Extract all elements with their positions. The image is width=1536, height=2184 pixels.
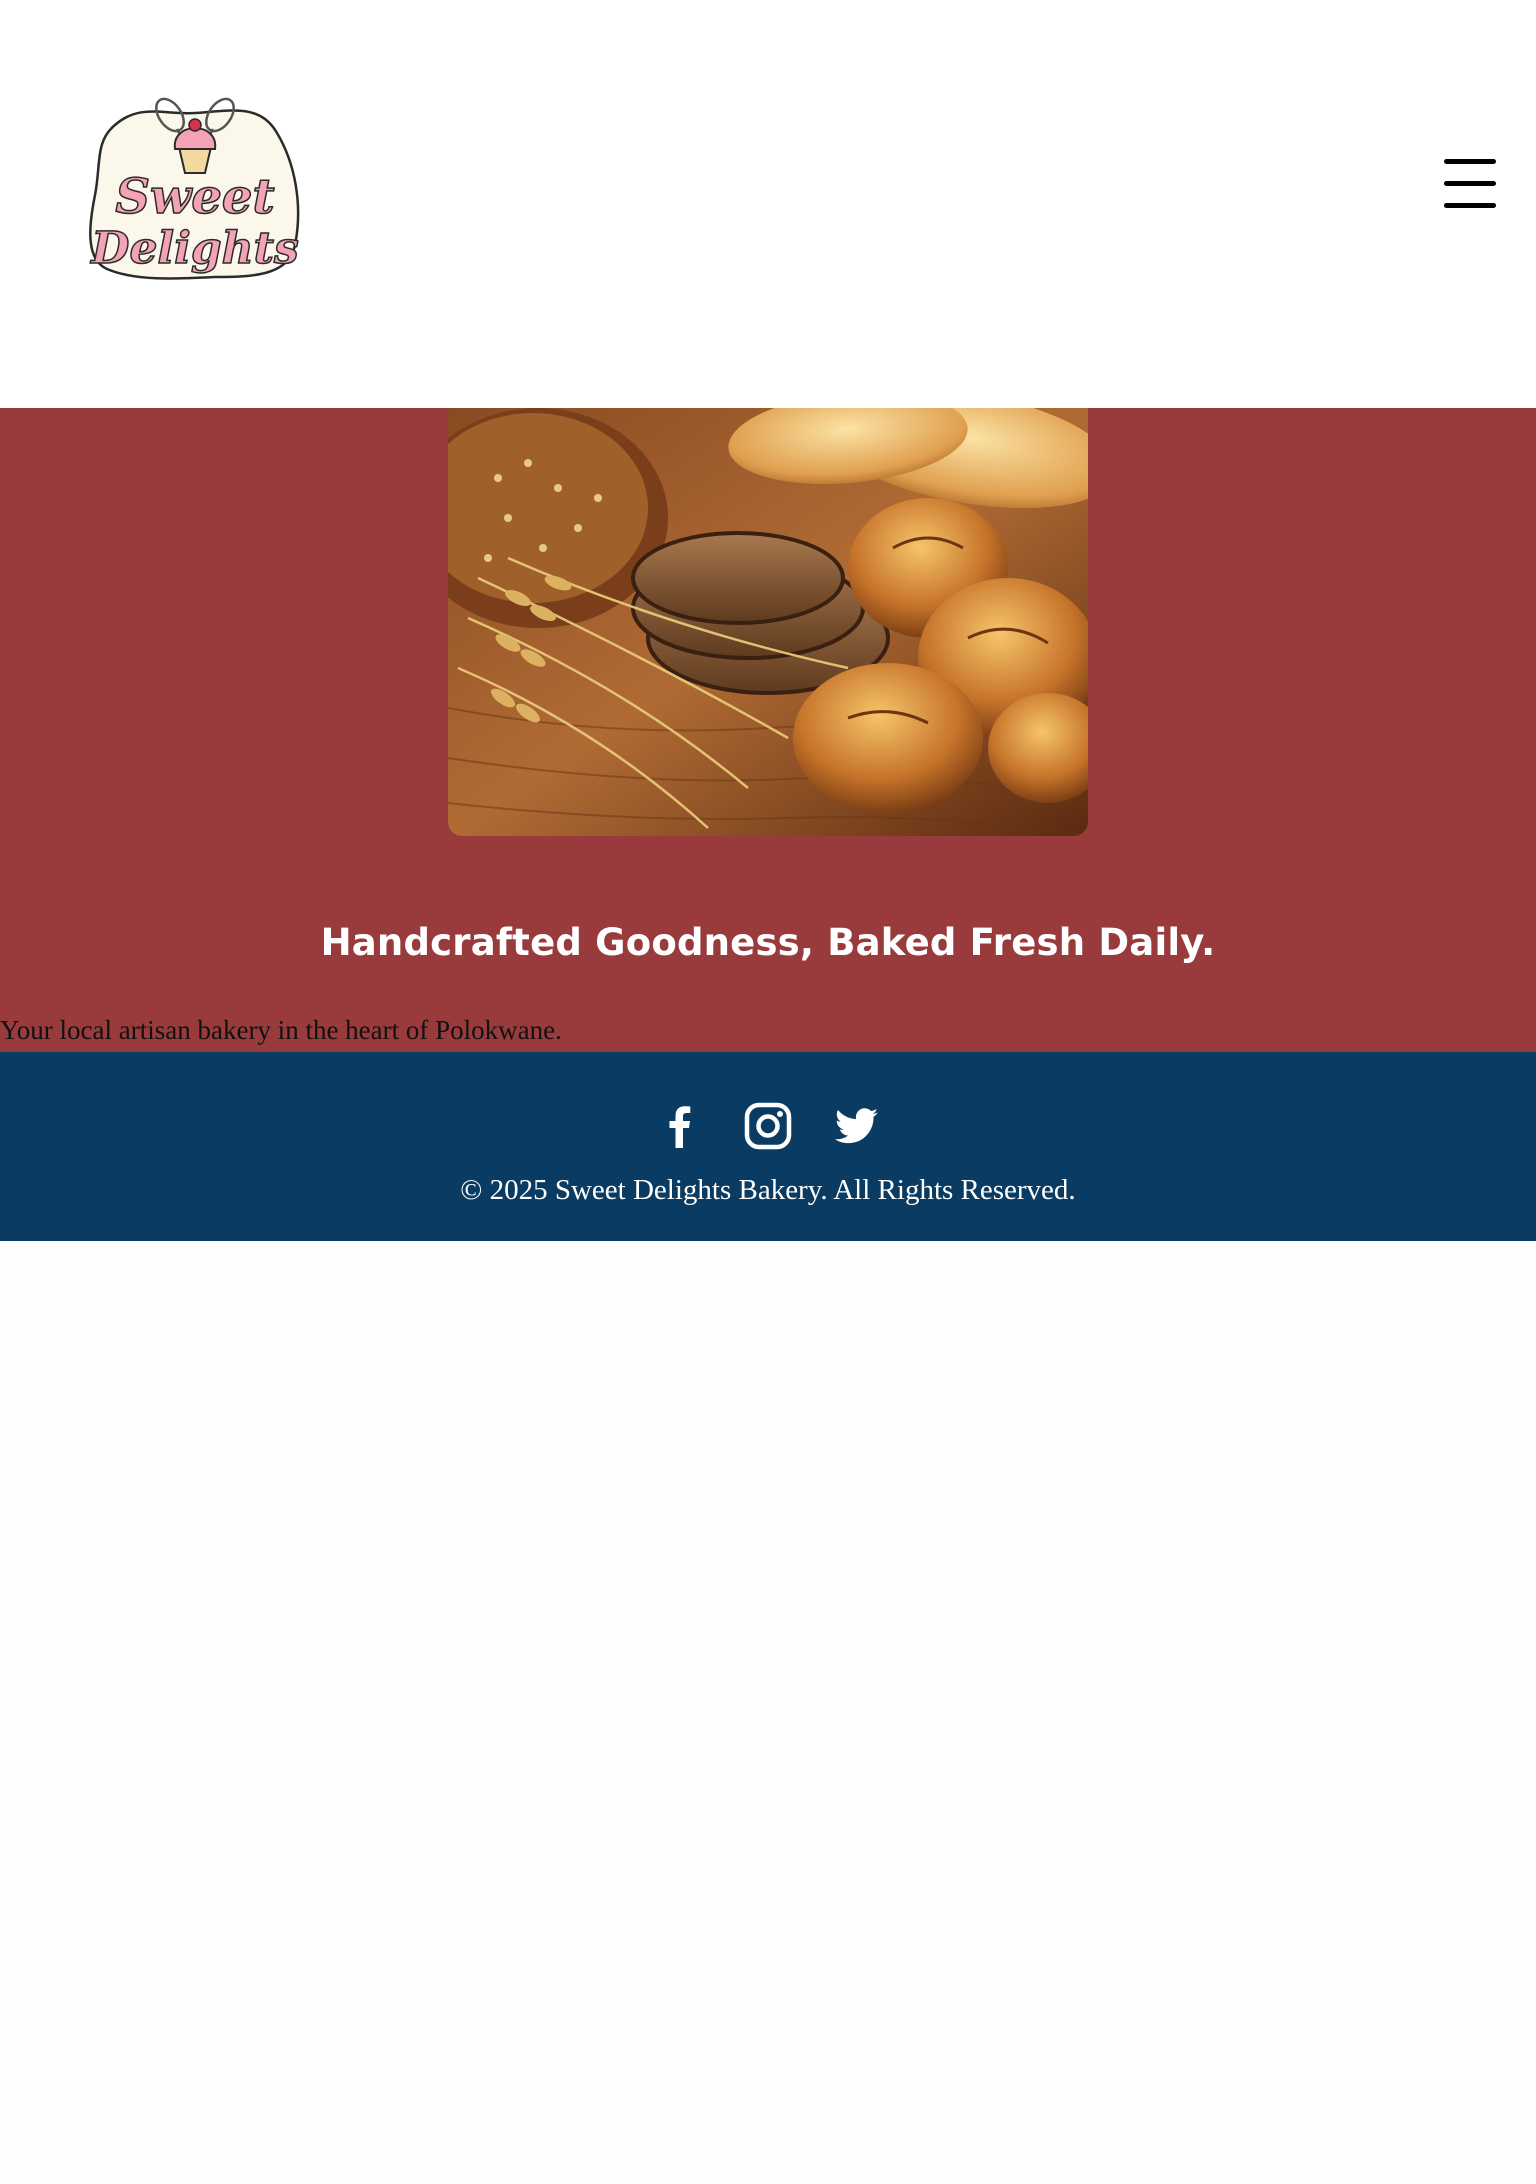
hamburger-menu-icon[interactable] bbox=[1440, 155, 1500, 215]
copyright-text: © 2025 Sweet Delights Bakery. All Rights… bbox=[460, 1174, 1076, 1206]
menu-bar bbox=[1444, 203, 1496, 208]
site-logo[interactable]: Sweet Delights bbox=[55, 55, 335, 325]
social-links bbox=[0, 1100, 1536, 1156]
hero-bread-image bbox=[448, 408, 1088, 836]
logo-word-sweet: Sweet bbox=[115, 169, 274, 225]
logo-word-delights: Delights bbox=[89, 223, 298, 274]
site-header: Sweet Delights bbox=[0, 0, 1536, 408]
hero-subtitle: Your local artisan bakery in the heart o… bbox=[0, 1015, 562, 1045]
twitter-icon[interactable] bbox=[830, 1100, 882, 1152]
hero-title: Handcrafted Goodness, Baked Fresh Daily. bbox=[320, 921, 1216, 964]
facebook-icon[interactable] bbox=[654, 1100, 706, 1152]
instagram-icon[interactable] bbox=[742, 1100, 794, 1152]
menu-bar bbox=[1444, 159, 1496, 164]
sweet-delights-logo: Sweet Delights bbox=[55, 55, 335, 325]
menu-bar bbox=[1444, 181, 1496, 186]
site-footer: © 2025 Sweet Delights Bakery. All Rights… bbox=[0, 1052, 1536, 1241]
hero-section: Handcrafted Goodness, Baked Fresh Daily.… bbox=[0, 408, 1536, 1052]
